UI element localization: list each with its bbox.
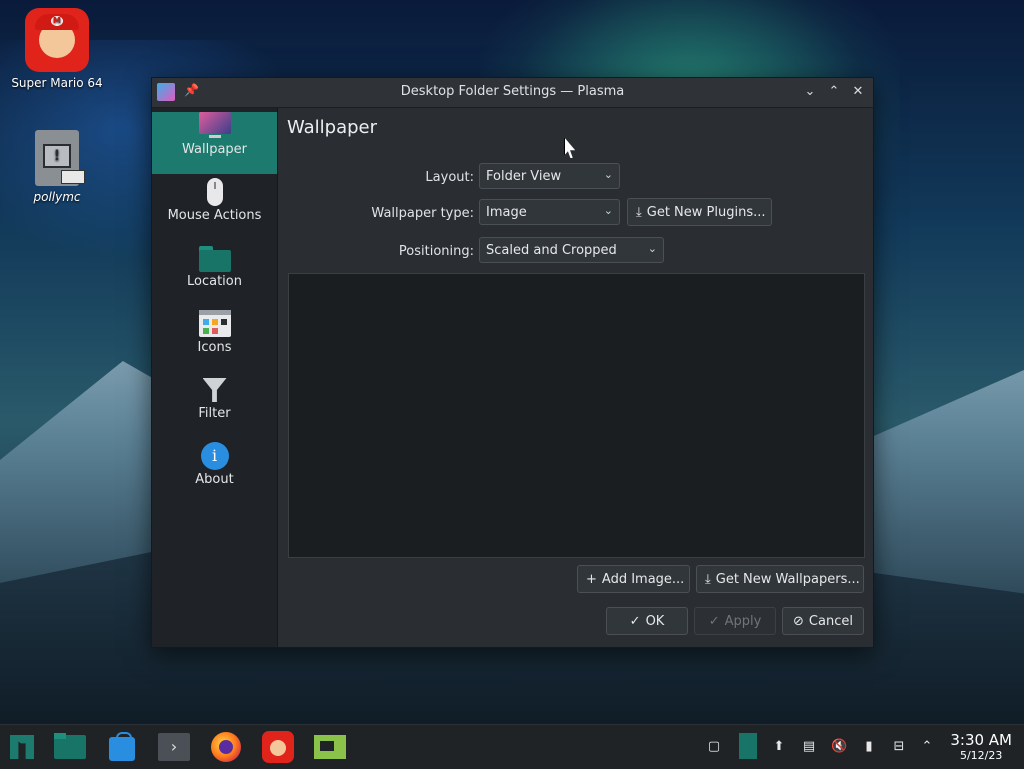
chevron-up-icon[interactable]: ⌃ [919, 739, 935, 755]
download-icon: ⤓ [705, 572, 711, 587]
window-titlebar[interactable]: 📌 Desktop Folder Settings — Plasma ⌄ ⌃ ✕ [152, 78, 873, 108]
sidebar-item-label: Location [187, 274, 242, 289]
apply-label: Apply [724, 614, 762, 629]
sidebar-item-label: Icons [197, 340, 232, 355]
terminal-icon[interactable]: › [158, 731, 190, 763]
clock-time: 3:30 AM [950, 731, 1012, 749]
wallpaper-type-label: Wallpaper type: [371, 206, 474, 221]
sidebar-item-filter[interactable]: Filter [152, 376, 277, 438]
layout-combobox[interactable]: Folder View ⌄ [479, 163, 620, 189]
sidebar-item-label: Filter [198, 406, 231, 421]
desktop-icon-pollymc[interactable]: ! pollymc [7, 130, 107, 204]
cancel-label: Cancel [808, 614, 853, 629]
cancel-button[interactable]: ⊘ Cancel [782, 607, 864, 635]
add-image-label: Add Image... [601, 572, 685, 587]
close-icon[interactable]: ✕ [849, 83, 867, 101]
clock-date: 5/12/23 [959, 749, 1003, 762]
add-image-button[interactable]: + Add Image... [577, 565, 690, 593]
window-title: Desktop Folder Settings — Plasma [400, 84, 625, 99]
file-icon: ! [35, 130, 85, 186]
layout-label: Layout: [425, 170, 474, 185]
volume-muted-icon[interactable]: 🔇 [831, 739, 847, 755]
get-new-wallpapers-button[interactable]: ⤓ Get New Wallpapers... [696, 565, 864, 593]
chevron-down-icon: ⌄ [603, 204, 613, 217]
ok-button[interactable]: ✓ OK [606, 607, 688, 635]
app-launcher-icon[interactable] [6, 731, 38, 763]
get-new-wallpapers-label: Get New Wallpapers... [715, 572, 860, 587]
sidebar-item-wallpaper[interactable]: Wallpaper [152, 112, 277, 174]
sidebar-item-icons[interactable]: Icons [152, 310, 277, 372]
wallpaper-type-combobox[interactable]: Image ⌄ [479, 199, 620, 225]
sidebar-item-mouse-actions[interactable]: Mouse Actions [152, 178, 277, 240]
desktop-icon-label: pollymc [33, 190, 81, 204]
sidebar-item-location[interactable]: Location [152, 244, 277, 306]
taskbar: › ▢ ⬆ ▤ 🔇 ▮ ⊟ ⌃ 3:30 AM 5/12/23 [0, 724, 1024, 769]
clock[interactable]: 3:30 AM 5/12/23 [950, 731, 1012, 762]
sidebar-item-label: About [195, 472, 234, 487]
apply-button[interactable]: ✓ Apply [694, 607, 776, 635]
desktop-icon-label: Super Mario 64 [11, 76, 103, 90]
pager-icon[interactable] [739, 733, 757, 759]
window-icon[interactable]: ▢ [706, 739, 722, 755]
minimize-icon[interactable]: ⌄ [801, 83, 819, 101]
settings-window: 📌 Desktop Folder Settings — Plasma ⌄ ⌃ ✕… [151, 77, 874, 648]
funnel-icon [199, 376, 231, 404]
page-title: Wallpaper [287, 117, 378, 138]
layout-value: Folder View [486, 169, 562, 184]
game-launcher-icon[interactable] [314, 731, 346, 763]
file-manager-icon[interactable] [54, 731, 86, 763]
positioning-label: Positioning: [398, 244, 474, 259]
wallpaper-preview-grid[interactable] [288, 273, 865, 558]
folder-icon [198, 244, 231, 272]
chevron-down-icon: ⌄ [603, 168, 613, 181]
ok-label: OK [645, 614, 665, 629]
get-new-plugins-label: Get New Plugins... [646, 205, 766, 220]
chevron-down-icon: ⌄ [647, 242, 657, 255]
positioning-combobox[interactable]: Scaled and Cropped ⌄ [479, 237, 664, 263]
check-icon: ✓ [629, 614, 641, 629]
firefox-icon[interactable] [210, 731, 242, 763]
get-new-plugins-button[interactable]: ⤓ Get New Plugins... [627, 198, 772, 226]
plus-icon: + [586, 572, 597, 587]
info-icon: i [199, 442, 231, 470]
sidebar-item-label: Mouse Actions [167, 208, 262, 223]
monitor-icon [198, 112, 231, 140]
settings-sidebar: Wallpaper Mouse Actions Location Icons F… [152, 108, 278, 647]
desktop-icon-super-mario-64[interactable]: M Super Mario 64 [7, 8, 107, 90]
mario-taskbar-icon[interactable] [262, 731, 294, 763]
settings-content: Wallpaper Layout: Folder View ⌄ Wallpape… [278, 108, 873, 647]
software-store-icon[interactable] [106, 731, 138, 763]
check-icon: ✓ [708, 614, 720, 629]
positioning-value: Scaled and Cropped [486, 243, 617, 258]
mario-icon: M [25, 8, 89, 72]
maximize-icon[interactable]: ⌃ [825, 83, 843, 101]
sidebar-item-about[interactable]: i About [152, 442, 277, 504]
network-icon[interactable]: ⊟ [891, 739, 907, 755]
cancel-icon: ⊘ [793, 614, 804, 629]
usb-icon[interactable]: ▮ [861, 739, 877, 755]
wallpaper-type-value: Image [486, 205, 527, 220]
download-icon: ⤓ [636, 205, 642, 220]
mouse-icon [199, 178, 231, 206]
update-icon[interactable]: ⬆ [771, 739, 787, 755]
clipboard-icon[interactable]: ▤ [801, 739, 817, 755]
sidebar-item-label: Wallpaper [181, 142, 248, 157]
icons-grid-icon [198, 310, 231, 338]
